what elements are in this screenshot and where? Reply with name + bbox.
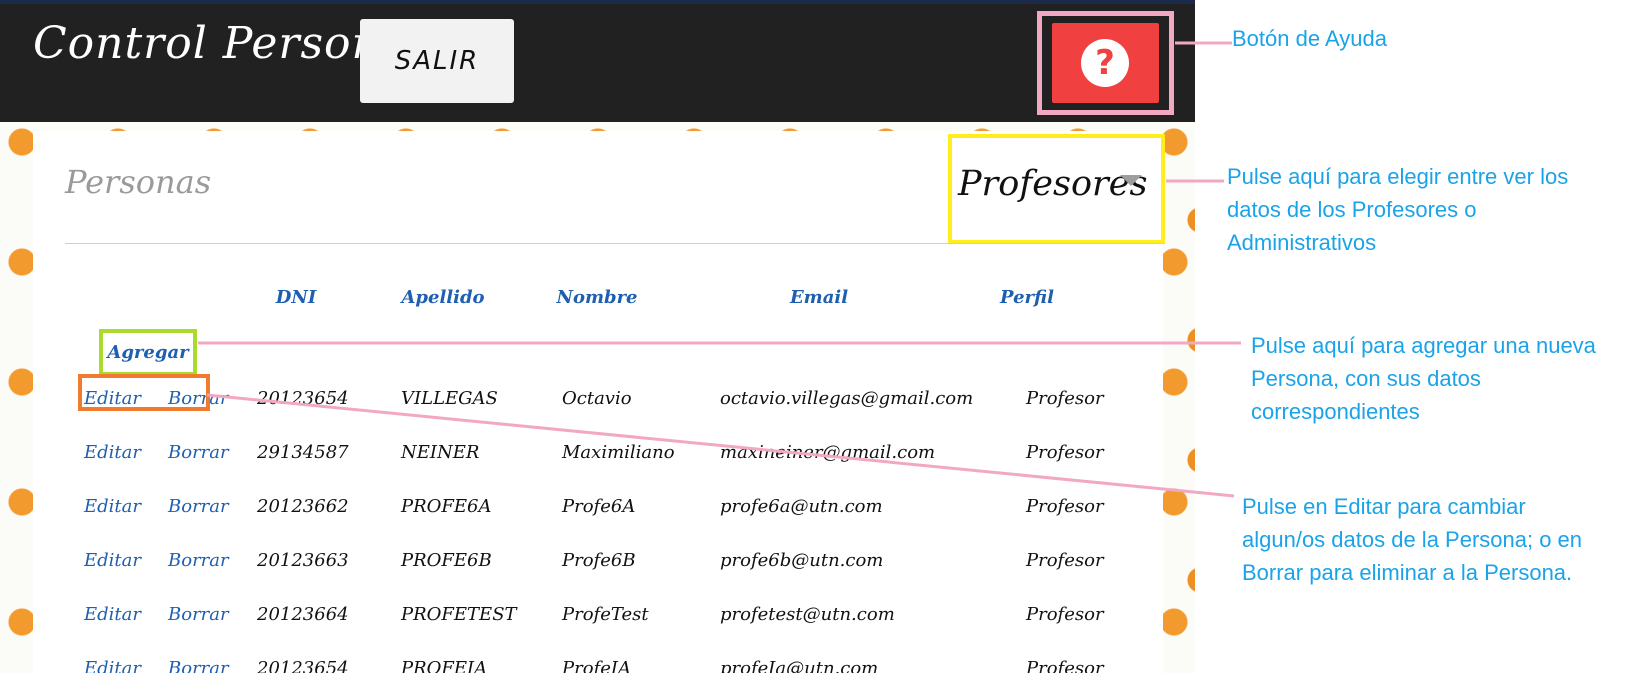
add-annotation-line: Pulse aquí para agregar una nueva — [1251, 333, 1596, 358]
cell-nombre: Profe6A — [562, 496, 636, 517]
table-row: Editar Borrar 20123654 PROFEIA ProfeIA profeI… — [33, 658, 1163, 673]
table-row: Editar Borrar 20123664 PROFETEST ProfeTest pr… — [33, 604, 1163, 656]
select-annotation-line: Pulse aquí para elegir entre ver los — [1227, 164, 1569, 189]
table-row: Editar Borrar 20123662 PROFE6A Profe6A profe6… — [33, 496, 1163, 548]
table-row: Editar Borrar 20123654 VILLEGAS Octavio octav… — [33, 388, 1163, 440]
top-bar: Control Personas SALIR ? — [0, 4, 1195, 122]
cell-nombre: Profe6B — [562, 550, 636, 571]
cell-dni: 20123663 — [257, 550, 349, 571]
edit-annotation-line: algun/os datos de la Persona; o en — [1242, 527, 1583, 552]
delete-link[interactable]: Borrar — [168, 658, 229, 673]
personas-card: Personas Profesores DNI Apellido Nombre … — [33, 131, 1165, 673]
edit-link[interactable]: Editar — [84, 550, 141, 571]
cell-perfil: Profesor — [1026, 604, 1104, 625]
help-annotation: Botón de Ayuda — [1232, 22, 1387, 55]
edit-annotation-line: Borrar para eliminar a la Persona. — [1242, 560, 1573, 585]
delete-link[interactable]: Borrar — [168, 550, 229, 571]
column-header-apellido: Apellido — [401, 287, 485, 308]
cell-nombre: Octavio — [562, 388, 632, 409]
column-header-dni: DNI — [275, 287, 317, 308]
add-button-highlight: Agregar — [99, 329, 197, 376]
edit-link[interactable]: Editar — [84, 496, 141, 517]
help-annotation-line: Botón de Ayuda — [1232, 26, 1387, 51]
cell-dni: 20123654 — [257, 658, 349, 673]
delete-link[interactable]: Borrar — [168, 496, 229, 517]
delete-link[interactable]: Borrar — [168, 442, 229, 463]
edit-link[interactable]: Editar — [84, 388, 141, 409]
cell-email: profe6a@utn.com — [720, 496, 883, 517]
cell-nombre: ProfeIA — [562, 658, 631, 673]
add-annotation: Pulse aquí para agregar una nueva Person… — [1251, 329, 1596, 428]
cell-dni: 20123664 — [257, 604, 349, 625]
edit-link[interactable]: Editar — [84, 442, 141, 463]
column-header-perfil: Perfil — [1000, 287, 1054, 308]
add-button[interactable]: Agregar — [103, 333, 193, 372]
add-annotation-line: correspondientes — [1251, 399, 1420, 424]
cell-perfil: Profesor — [1026, 496, 1104, 517]
cell-perfil: Profesor — [1026, 442, 1104, 463]
cell-apellido: NEINER — [401, 442, 480, 463]
select-annotation: Pulse aquí para elegir entre ver los dat… — [1227, 160, 1568, 259]
exit-button[interactable]: SALIR — [360, 19, 514, 103]
cell-dni: 20123654 — [257, 388, 349, 409]
cell-email: profetest@utn.com — [720, 604, 895, 625]
select-annotation-line: Administrativos — [1227, 230, 1377, 255]
edit-annotation: Pulse en Editar para cambiar algun/os da… — [1242, 490, 1582, 589]
add-annotation-line: Persona, con sus datos — [1251, 366, 1481, 391]
cell-perfil: Profesor — [1026, 550, 1104, 571]
cell-perfil: Profesor — [1026, 388, 1104, 409]
cell-dni: 20123662 — [257, 496, 349, 517]
chevron-down-icon — [1120, 175, 1142, 186]
persona-type-select-highlight: Profesores — [948, 134, 1165, 244]
cell-email: maxineiner@gmail.com — [720, 442, 936, 463]
table-row: Editar Borrar 29134587 NEINER Maximiliano max… — [33, 442, 1163, 494]
cell-nombre: ProfeTest — [562, 604, 649, 625]
table-row: Editar Borrar 20123663 PROFE6B Profe6B profe6… — [33, 550, 1163, 602]
edit-link[interactable]: Editar — [84, 604, 141, 625]
cell-email: profeIa@utn.com — [720, 658, 879, 673]
cell-apellido: PROFEIA — [401, 658, 488, 673]
cell-email: octavio.villegas@gmail.com — [720, 388, 974, 409]
edit-link[interactable]: Editar — [84, 658, 141, 673]
cell-nombre: Maximiliano — [562, 442, 675, 463]
column-header-nombre: Nombre — [556, 287, 638, 308]
select-annotation-line: datos de los Profesores o — [1227, 197, 1477, 222]
persona-type-select[interactable]: Profesores — [952, 138, 1161, 240]
card-title: Personas — [65, 163, 212, 201]
app-screenshot: Control Personas SALIR ? Personas Profes… — [0, 0, 1195, 673]
cell-perfil: Profesor — [1026, 658, 1104, 673]
column-header-email: Email — [789, 287, 849, 308]
edit-annotation-line: Pulse en Editar para cambiar — [1242, 494, 1526, 519]
delete-link[interactable]: Borrar — [168, 388, 229, 409]
help-button-highlight: ? — [1037, 11, 1174, 115]
help-icon: ? — [1081, 39, 1129, 87]
cell-email: profe6b@utn.com — [720, 550, 884, 571]
delete-link[interactable]: Borrar — [168, 604, 229, 625]
cell-apellido: PROFETEST — [401, 604, 517, 625]
cell-dni: 29134587 — [257, 442, 349, 463]
cell-apellido: VILLEGAS — [401, 388, 498, 409]
help-button[interactable]: ? — [1052, 23, 1159, 103]
cell-apellido: PROFE6B — [401, 550, 492, 571]
divider — [65, 243, 1165, 244]
cell-apellido: PROFE6A — [401, 496, 492, 517]
